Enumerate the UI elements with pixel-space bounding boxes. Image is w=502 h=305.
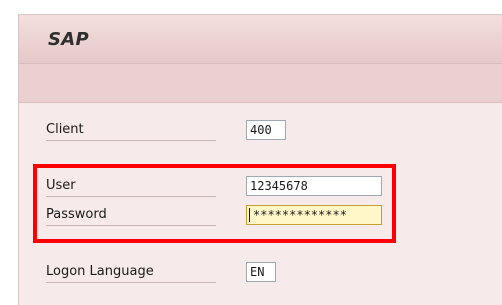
header-bar: SAP: [19, 15, 502, 64]
client-input[interactable]: 400: [246, 120, 286, 140]
logon-panel: SAP Client 400 User 12345678 Password **…: [18, 14, 502, 305]
language-row: Logon Language EN: [19, 262, 502, 284]
client-label: Client: [46, 120, 216, 141]
toolbar-area: [19, 64, 502, 103]
language-input[interactable]: EN: [246, 262, 276, 282]
highlight-box: [33, 164, 396, 243]
app-title: SAP: [48, 29, 89, 50]
language-label: Logon Language: [46, 262, 216, 283]
client-row: Client 400: [19, 120, 502, 142]
